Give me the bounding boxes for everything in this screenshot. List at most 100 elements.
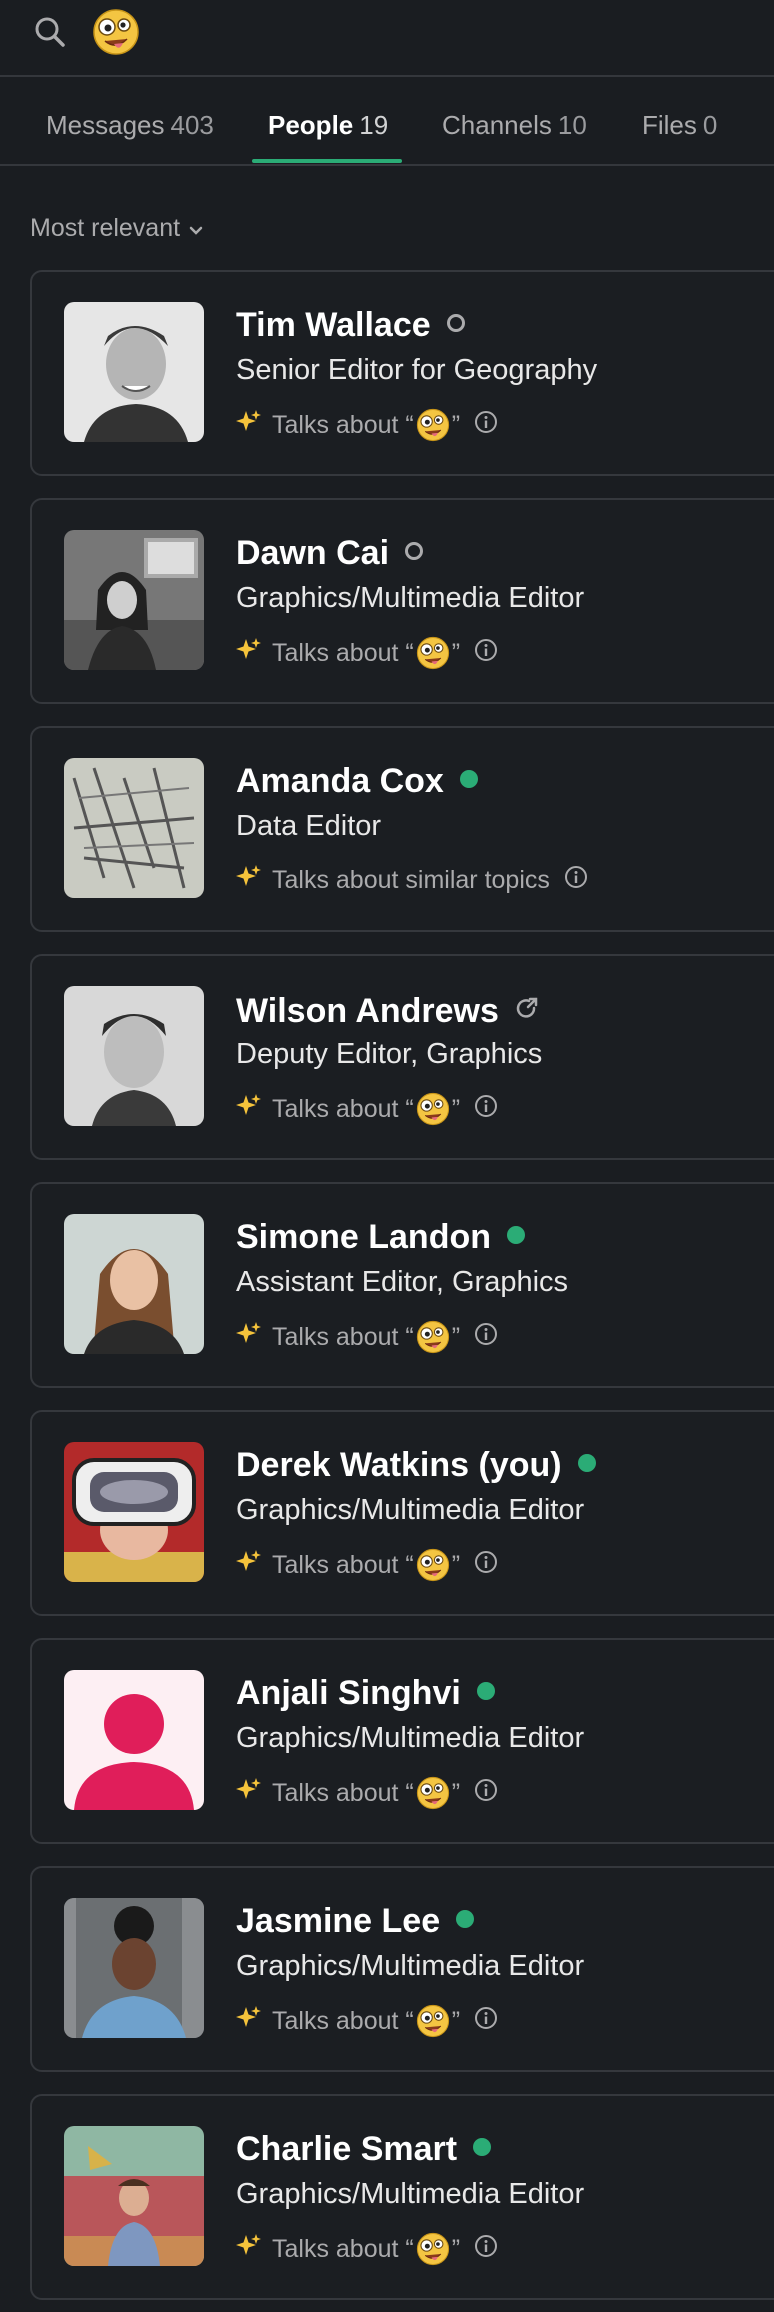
person-name[interactable]: Charlie Smart [236, 2130, 492, 2169]
avatar[interactable] [64, 758, 204, 898]
person-name-text: Dawn Cai [236, 534, 390, 572]
talks-suffix: ” [451, 1550, 461, 1579]
talks-suffix: ” [451, 1094, 461, 1123]
person-name[interactable]: Tim Wallace [236, 306, 465, 345]
person-title: Assistant Editor, Graphics [236, 1266, 569, 1298]
active-status-dot [459, 770, 478, 788]
active-tab-indicator [252, 159, 402, 163]
talks-about: Talks about “ ” [236, 2232, 498, 2266]
external-org-icon [515, 990, 539, 1018]
person-name[interactable]: Simone Landon [236, 1218, 525, 1257]
tab-label: Channels [442, 110, 552, 140]
tab-count: 0 [702, 110, 718, 140]
tab-count: 403 [170, 110, 214, 140]
person-card[interactable]: Anjali Singhvi Graphics/Multimedia Edito… [30, 1638, 774, 1844]
person-card[interactable]: Simone Landon Assistant Editor, Graphics… [30, 1182, 774, 1388]
person-card[interactable]: Tim Wallace Senior Editor for Geography … [30, 270, 774, 476]
sort-label: Most relevant [30, 214, 181, 242]
talks-suffix: ” [451, 2234, 461, 2263]
person-name[interactable]: Amanda Cox [236, 762, 478, 801]
person-name-text: Charlie Smart [236, 2130, 458, 2168]
person-card[interactable]: Derek Watkins (you) Graphics/Multimedia … [30, 1410, 774, 1616]
sparkles-icon [236, 1777, 262, 1810]
talks-about: Talks about “ ” [236, 1548, 498, 1582]
person-name[interactable]: Dawn Cai [236, 534, 424, 573]
sparkles-icon [236, 2233, 262, 2266]
person-card[interactable]: Wilson Andrews Deputy Editor, Graphics T… [30, 954, 774, 1160]
crazy-face-icon [416, 2004, 450, 2038]
talks-prefix: Talks about “ [272, 2234, 414, 2263]
info-icon[interactable] [474, 1550, 498, 1581]
talks-prefix: Talks about similar topics [272, 866, 550, 894]
crazy-face-icon [416, 636, 450, 670]
person-name[interactable]: Jasmine Lee [236, 1902, 475, 1941]
tab-label: Messages [46, 110, 165, 140]
person-card[interactable]: Dawn Cai Graphics/Multimedia Editor Talk… [30, 498, 774, 704]
talks-prefix: Talks about “ [272, 1322, 414, 1351]
crazy-face-icon [416, 1548, 450, 1582]
avatar[interactable] [64, 1214, 204, 1354]
sparkles-icon [236, 1321, 262, 1354]
tab-channels[interactable]: Channels 10 [442, 107, 587, 143]
crazy-face-icon [416, 2232, 450, 2266]
sparkles-icon [236, 409, 262, 442]
talks-prefix: Talks about “ [272, 2006, 414, 2035]
person-name[interactable]: Anjali Singhvi [236, 1674, 495, 1713]
search-icon[interactable] [32, 14, 68, 50]
info-icon[interactable] [474, 410, 498, 441]
avatar[interactable] [64, 1442, 204, 1582]
person-title: Data Editor [236, 810, 382, 842]
avatar[interactable] [64, 302, 204, 442]
avatar[interactable] [64, 2126, 204, 2266]
sparkles-icon [236, 2005, 262, 2038]
person-name[interactable]: Wilson Andrews [236, 990, 539, 1031]
talks-about: Talks about “ ” [236, 1092, 498, 1126]
tab-messages[interactable]: Messages 403 [46, 107, 214, 143]
avatar[interactable] [64, 530, 204, 670]
info-icon[interactable] [474, 1094, 498, 1125]
tab-count: 10 [557, 110, 587, 140]
talks-prefix: Talks about “ [272, 1550, 414, 1579]
person-card[interactable]: Jasmine Lee Graphics/Multimedia Editor T… [30, 1866, 774, 2072]
sparkles-icon [236, 637, 262, 670]
away-status-dot [405, 542, 424, 560]
away-status-dot [446, 314, 465, 332]
info-icon[interactable] [474, 2234, 498, 2265]
person-title: Graphics/Multimedia Editor [236, 582, 585, 614]
tab-people[interactable]: People 19 [268, 107, 388, 143]
active-status-dot [507, 1226, 525, 1244]
avatar[interactable] [64, 986, 204, 1126]
person-title: Graphics/Multimedia Editor [236, 2178, 585, 2210]
avatar[interactable] [64, 1898, 204, 2038]
active-status-dot [456, 1910, 475, 1928]
person-title: Deputy Editor, Graphics [236, 1038, 543, 1070]
info-icon[interactable] [474, 1322, 498, 1353]
person-card[interactable]: Amanda Cox Data Editor Talks about simil… [30, 726, 774, 932]
sparkles-icon [236, 1093, 262, 1126]
person-name[interactable]: Derek Watkins (you) [236, 1446, 596, 1485]
avatar[interactable] [64, 1670, 204, 1810]
person-title: Senior Editor for Geography [236, 354, 598, 386]
person-name-text: Wilson Andrews [236, 992, 499, 1030]
person-card[interactable]: Charlie Smart Graphics/Multimedia Editor… [30, 2094, 774, 2300]
info-icon[interactable] [474, 1778, 498, 1809]
info-icon[interactable] [474, 2006, 498, 2037]
person-name-text: Simone Landon [236, 1218, 491, 1256]
talks-suffix: ” [451, 1322, 461, 1351]
top-bar [0, 0, 774, 77]
info-icon[interactable] [474, 638, 498, 669]
sparkles-icon [236, 864, 262, 897]
active-status-dot [476, 1682, 495, 1700]
sort-dropdown[interactable]: Most relevant [30, 214, 204, 244]
crazy-face-icon [416, 1776, 450, 1810]
talks-prefix: Talks about “ [272, 638, 414, 667]
talks-about: Talks about “ ” [236, 1776, 498, 1810]
talks-suffix: ” [451, 1778, 461, 1807]
talks-prefix: Talks about “ [272, 1094, 414, 1123]
person-name-text: Amanda Cox [236, 762, 444, 800]
crazy-face-icon[interactable] [92, 8, 140, 56]
talks-about: Talks about “ ” [236, 1320, 498, 1354]
info-icon[interactable] [564, 865, 588, 896]
tab-files[interactable]: Files 0 [642, 107, 717, 143]
talks-suffix: ” [451, 410, 461, 439]
